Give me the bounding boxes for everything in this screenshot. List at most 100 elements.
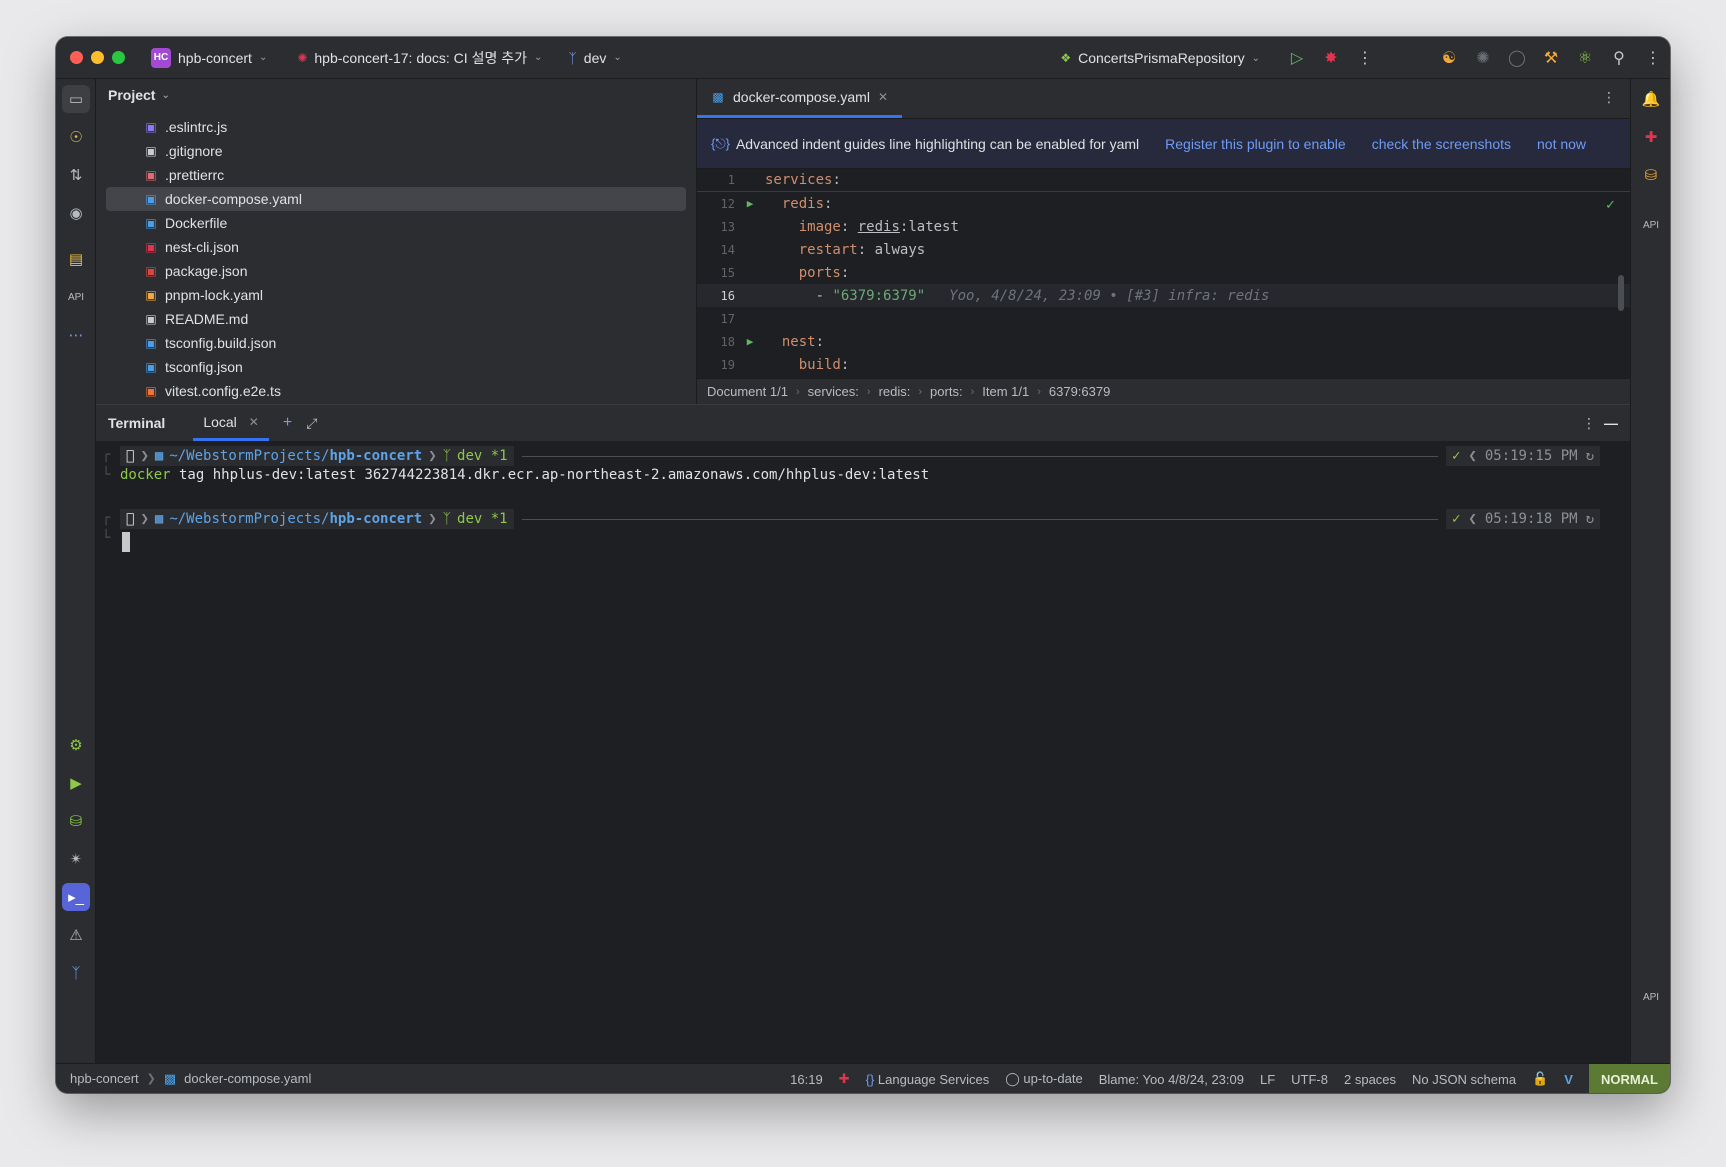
api-icon[interactable]: API xyxy=(1637,983,1665,1011)
react-icon[interactable]: ⚛ xyxy=(1568,43,1602,73)
vim-icon[interactable]: V xyxy=(1564,1072,1573,1087)
code-with-me-icon[interactable]: ☯ xyxy=(1432,43,1466,73)
lock-icon[interactable]: 🔓 xyxy=(1532,1071,1548,1087)
github-icon[interactable]: ◉ xyxy=(62,199,90,227)
code-line[interactable]: 15 ports: xyxy=(697,261,1630,284)
code-line[interactable]: 18 ▶ nest: xyxy=(697,330,1630,353)
breadcrumb-item[interactable]: Document 1/1 xyxy=(707,384,788,399)
vcs-status-widget[interactable]: ◯ up-to-date xyxy=(1005,1071,1082,1087)
code-area[interactable]: 1 services: 12 ▶ redis: 13 image: redis:late… xyxy=(697,169,1630,374)
breadcrumb-item[interactable]: 6379:6379 xyxy=(1049,384,1110,399)
tree-item[interactable]: ▣ .eslintrc.js xyxy=(96,115,696,139)
tree-item[interactable]: ▣ pnpm-lock.yaml xyxy=(96,283,696,307)
check-screenshots-link[interactable]: check the screenshots xyxy=(1372,136,1511,152)
separator-icon: ❮ xyxy=(1468,511,1477,527)
minimize-window-button[interactable] xyxy=(91,51,104,64)
new-tab-icon[interactable]: + xyxy=(283,414,292,432)
ai-assistant-icon[interactable]: ✺ xyxy=(1466,43,1500,73)
structure-icon[interactable]: ▤ xyxy=(62,245,90,273)
breadcrumb-item[interactable]: ports: xyxy=(930,384,963,399)
database-tool-icon[interactable]: ⛁ xyxy=(1637,161,1665,189)
terminal-options-icon[interactable]: ⋮ xyxy=(1582,415,1596,432)
tab-local[interactable]: Local ✕ xyxy=(193,405,269,441)
status-project[interactable]: hpb-concert xyxy=(70,1071,139,1086)
hide-panel-icon[interactable]: — xyxy=(1604,415,1618,431)
tree-item[interactable]: ▣ tsconfig.json xyxy=(96,355,696,379)
run-tool-icon[interactable]: ▶ xyxy=(62,769,90,797)
problems-icon[interactable]: ⚠ xyxy=(62,921,90,949)
code-line[interactable]: 17 xyxy=(697,307,1630,330)
branch-switcher[interactable]: ᛉ dev ⌄ xyxy=(568,50,621,66)
editor-more-icon[interactable]: ⋮ xyxy=(1602,89,1616,106)
run-gutter-icon[interactable]: ▶ xyxy=(735,335,765,348)
task-switcher[interactable]: ✺ hpb-concert-17: docs: CI 설명 추가 ⌄ xyxy=(297,48,542,68)
caret-position[interactable]: 16:19 xyxy=(790,1072,823,1087)
code-line[interactable]: 16 - "6379:6379" Yoo, 4/8/24, 23:09 • [#3… xyxy=(697,284,1630,307)
code-line[interactable]: 19 build: xyxy=(697,353,1630,374)
graphql-icon[interactable]: ✴ xyxy=(62,845,90,873)
register-plugin-link[interactable]: Register this plugin to enable xyxy=(1165,136,1346,152)
run-icon[interactable]: ▷ xyxy=(1280,43,1314,73)
indent-setting[interactable]: 2 spaces xyxy=(1344,1072,1396,1087)
line-separator[interactable]: LF xyxy=(1260,1072,1275,1087)
code-line[interactable]: 13 image: redis:latest xyxy=(697,215,1630,238)
services-gear-icon[interactable]: ⚙ xyxy=(62,731,90,759)
editor-scrollbar[interactable] xyxy=(1618,275,1624,311)
project-panel-header[interactable]: Project ⌄ xyxy=(96,79,696,111)
tab-docker-compose[interactable]: ▩ docker-compose.yaml ✕ xyxy=(697,78,902,118)
tree-item[interactable]: ▣ nest-cli.json xyxy=(96,235,696,259)
editor-tabs: ▩ docker-compose.yaml ✕ ⋮ xyxy=(697,79,1630,119)
tree-item[interactable]: ▣ tsconfig.build.json xyxy=(96,331,696,355)
database-icon[interactable]: ⛁ xyxy=(62,807,90,835)
ai-status-icon[interactable]: ✚ xyxy=(839,1071,850,1087)
project-switcher[interactable]: HC hpb-concert ⌄ xyxy=(151,47,267,68)
status-file[interactable]: docker-compose.yaml xyxy=(184,1071,311,1086)
code-line[interactable]: 12 ▶ redis: xyxy=(697,192,1630,215)
settings-more-icon[interactable]: ⋮ xyxy=(1636,43,1670,73)
commit-icon[interactable]: ☉ xyxy=(62,123,90,151)
vim-mode-badge[interactable]: NORMAL xyxy=(1588,1064,1670,1093)
close-window-button[interactable] xyxy=(70,51,83,64)
notifications-icon[interactable]: 🔔 xyxy=(1637,85,1665,113)
more-tools-icon[interactable]: ⋯ xyxy=(62,321,90,349)
blame-widget[interactable]: Blame: Yoo 4/8/24, 23:09 xyxy=(1099,1072,1244,1087)
run-gutter-icon[interactable]: ▶ xyxy=(735,197,765,210)
api-icon[interactable]: API xyxy=(62,283,90,311)
tree-item[interactable]: ▣ docker-compose.yaml xyxy=(106,187,686,211)
api-icon[interactable]: API xyxy=(1637,211,1665,239)
terminal-output[interactable]: ┌ └  ❯ ▩ ~/WebstormProjects/hpb-concert… xyxy=(96,441,1630,1063)
run-config-selector[interactable]: ❖ ConcertsPrismaRepository ⌄ xyxy=(1060,50,1260,66)
inspection-ok-icon[interactable]: ✓ xyxy=(1605,197,1616,213)
tree-item[interactable]: ▣ package.json xyxy=(96,259,696,283)
debug-icon[interactable]: ✸ xyxy=(1314,43,1348,73)
yaml-value: redis xyxy=(857,218,900,235)
code-line[interactable]: 1 services: xyxy=(697,169,1630,192)
tree-item[interactable]: ▣ README.md xyxy=(96,307,696,331)
plugin-icon[interactable]: ◯ xyxy=(1500,43,1534,73)
close-icon[interactable]: ✕ xyxy=(878,90,888,104)
json-schema[interactable]: No JSON schema xyxy=(1412,1072,1516,1087)
not-now-link[interactable]: not now xyxy=(1537,136,1586,152)
breadcrumb-item[interactable]: redis: xyxy=(879,384,911,399)
expand-icon[interactable]: ⤢ xyxy=(306,415,317,432)
file-encoding[interactable]: UTF-8 xyxy=(1291,1072,1328,1087)
breadcrumb-item[interactable]: Item 1/1 xyxy=(982,384,1029,399)
terminal-tool-icon[interactable]: ▸_ xyxy=(62,883,90,911)
tree-item[interactable]: ▣ Dockerfile xyxy=(96,211,696,235)
more-actions-icon[interactable]: ⋮ xyxy=(1348,43,1382,73)
close-icon[interactable]: ✕ xyxy=(249,415,259,429)
prompt-branch: dev *1 xyxy=(448,448,508,464)
tree-item[interactable]: ▣ vitest.config.e2e.ts xyxy=(96,379,696,403)
tools-icon[interactable]: ⚒ xyxy=(1534,43,1568,73)
tree-item[interactable]: ▣ .gitignore xyxy=(96,139,696,163)
language-services-widget[interactable]: {} Language Services xyxy=(866,1072,990,1087)
project-tool-icon[interactable]: ▭ xyxy=(62,85,90,113)
tree-item[interactable]: ▣ .prettierrc xyxy=(96,163,696,187)
search-icon[interactable]: ⚲ xyxy=(1602,43,1636,73)
git-tool-icon[interactable]: ᛉ xyxy=(62,959,90,987)
pull-requests-icon[interactable]: ⇅ xyxy=(62,161,90,189)
ai-chat-icon[interactable]: ✚ xyxy=(1637,123,1665,151)
zoom-window-button[interactable] xyxy=(112,51,125,64)
breadcrumb-item[interactable]: services: xyxy=(808,384,859,399)
code-line[interactable]: 14 restart: always xyxy=(697,238,1630,261)
